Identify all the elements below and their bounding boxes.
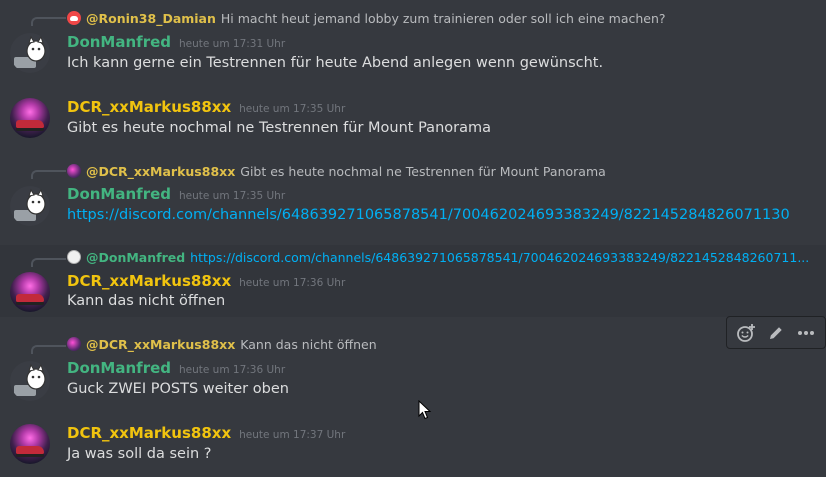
message-content: Guck ZWEI POSTS weiter oben (67, 381, 289, 397)
reply-username[interactable]: @DCR_xxMarkus88xx (86, 337, 235, 352)
message-content: Kann das nicht öffnen (67, 293, 226, 309)
message-header: DCR_xxMarkus88xx heute um 17:37 Uhr (67, 424, 345, 442)
reply-text[interactable]: Gibt es heute nochmal ne Testrennen für … (240, 164, 606, 179)
avatar[interactable] (10, 272, 50, 312)
reply-username[interactable]: @Ronin38_Damian (86, 11, 216, 26)
reply-spine (31, 345, 66, 354)
avatar[interactable] (10, 186, 50, 226)
message-actions-toolbar (726, 316, 826, 349)
message-content: Gibt es heute nochmal ne Testrennen für … (67, 120, 491, 136)
reply-spine (31, 170, 66, 179)
timestamp[interactable]: heute um 17:36 Uhr (179, 364, 285, 376)
reply-avatar-icon (67, 164, 81, 178)
mouse-cursor-icon (418, 400, 432, 420)
username[interactable]: DCR_xxMarkus88xx (67, 98, 231, 116)
timestamp[interactable]: heute um 17:37 Uhr (239, 429, 345, 441)
message-link[interactable]: https://discord.com/channels/64863927106… (67, 207, 790, 223)
reply-text[interactable]: Kann das nicht öffnen (240, 337, 376, 352)
reply-username[interactable]: @DCR_xxMarkus88xx (86, 164, 235, 179)
reply-text[interactable]: https://discord.com/channels/64863927106… (190, 250, 809, 265)
reply-avatar-icon (67, 337, 81, 351)
reply-avatar-icon (67, 11, 81, 25)
reply-reference[interactable]: @Ronin38_Damian Hi macht heut jemand lob… (67, 9, 666, 27)
edit-icon[interactable] (763, 320, 789, 346)
message-header: DonManfred heute um 17:35 Uhr (67, 185, 285, 203)
timestamp[interactable]: heute um 17:35 Uhr (239, 103, 345, 115)
reply-avatar-icon (67, 250, 81, 264)
reply-reference[interactable]: @DonManfred https://discord.com/channels… (67, 248, 809, 266)
timestamp[interactable]: heute um 17:36 Uhr (239, 277, 345, 289)
avatar[interactable] (10, 361, 50, 401)
reply-reference[interactable]: @DCR_xxMarkus88xx Gibt es heute nochmal … (67, 162, 606, 180)
reply-text[interactable]: Hi macht heut jemand lobby zum trainiere… (221, 11, 666, 26)
avatar[interactable] (10, 424, 50, 464)
message-header: DCR_xxMarkus88xx heute um 17:36 Uhr (67, 272, 345, 290)
avatar[interactable] (10, 98, 50, 138)
username[interactable]: DonManfred (67, 359, 171, 377)
timestamp[interactable]: heute um 17:35 Uhr (179, 190, 285, 202)
message-header: DCR_xxMarkus88xx heute um 17:35 Uhr (67, 98, 345, 116)
reply-spine (31, 17, 66, 26)
reply-reference[interactable]: @DCR_xxMarkus88xx Kann das nicht öffnen (67, 335, 377, 353)
message-content: Ich kann gerne ein Testrennen für heute … (67, 55, 604, 71)
add-reaction-icon[interactable] (733, 320, 759, 346)
message-header: DonManfred heute um 17:36 Uhr (67, 359, 285, 377)
message-content: Ja was soll da sein ? (67, 446, 212, 462)
reply-username[interactable]: @DonManfred (86, 250, 185, 265)
avatar[interactable] (10, 33, 50, 73)
username[interactable]: DCR_xxMarkus88xx (67, 424, 231, 442)
more-icon[interactable] (793, 320, 819, 346)
username[interactable]: DonManfred (67, 185, 171, 203)
message-header: DonManfred heute um 17:31 Uhr (67, 33, 285, 51)
timestamp[interactable]: heute um 17:31 Uhr (179, 38, 285, 50)
reply-spine (31, 258, 66, 267)
username[interactable]: DonManfred (67, 33, 171, 51)
username[interactable]: DCR_xxMarkus88xx (67, 272, 231, 290)
